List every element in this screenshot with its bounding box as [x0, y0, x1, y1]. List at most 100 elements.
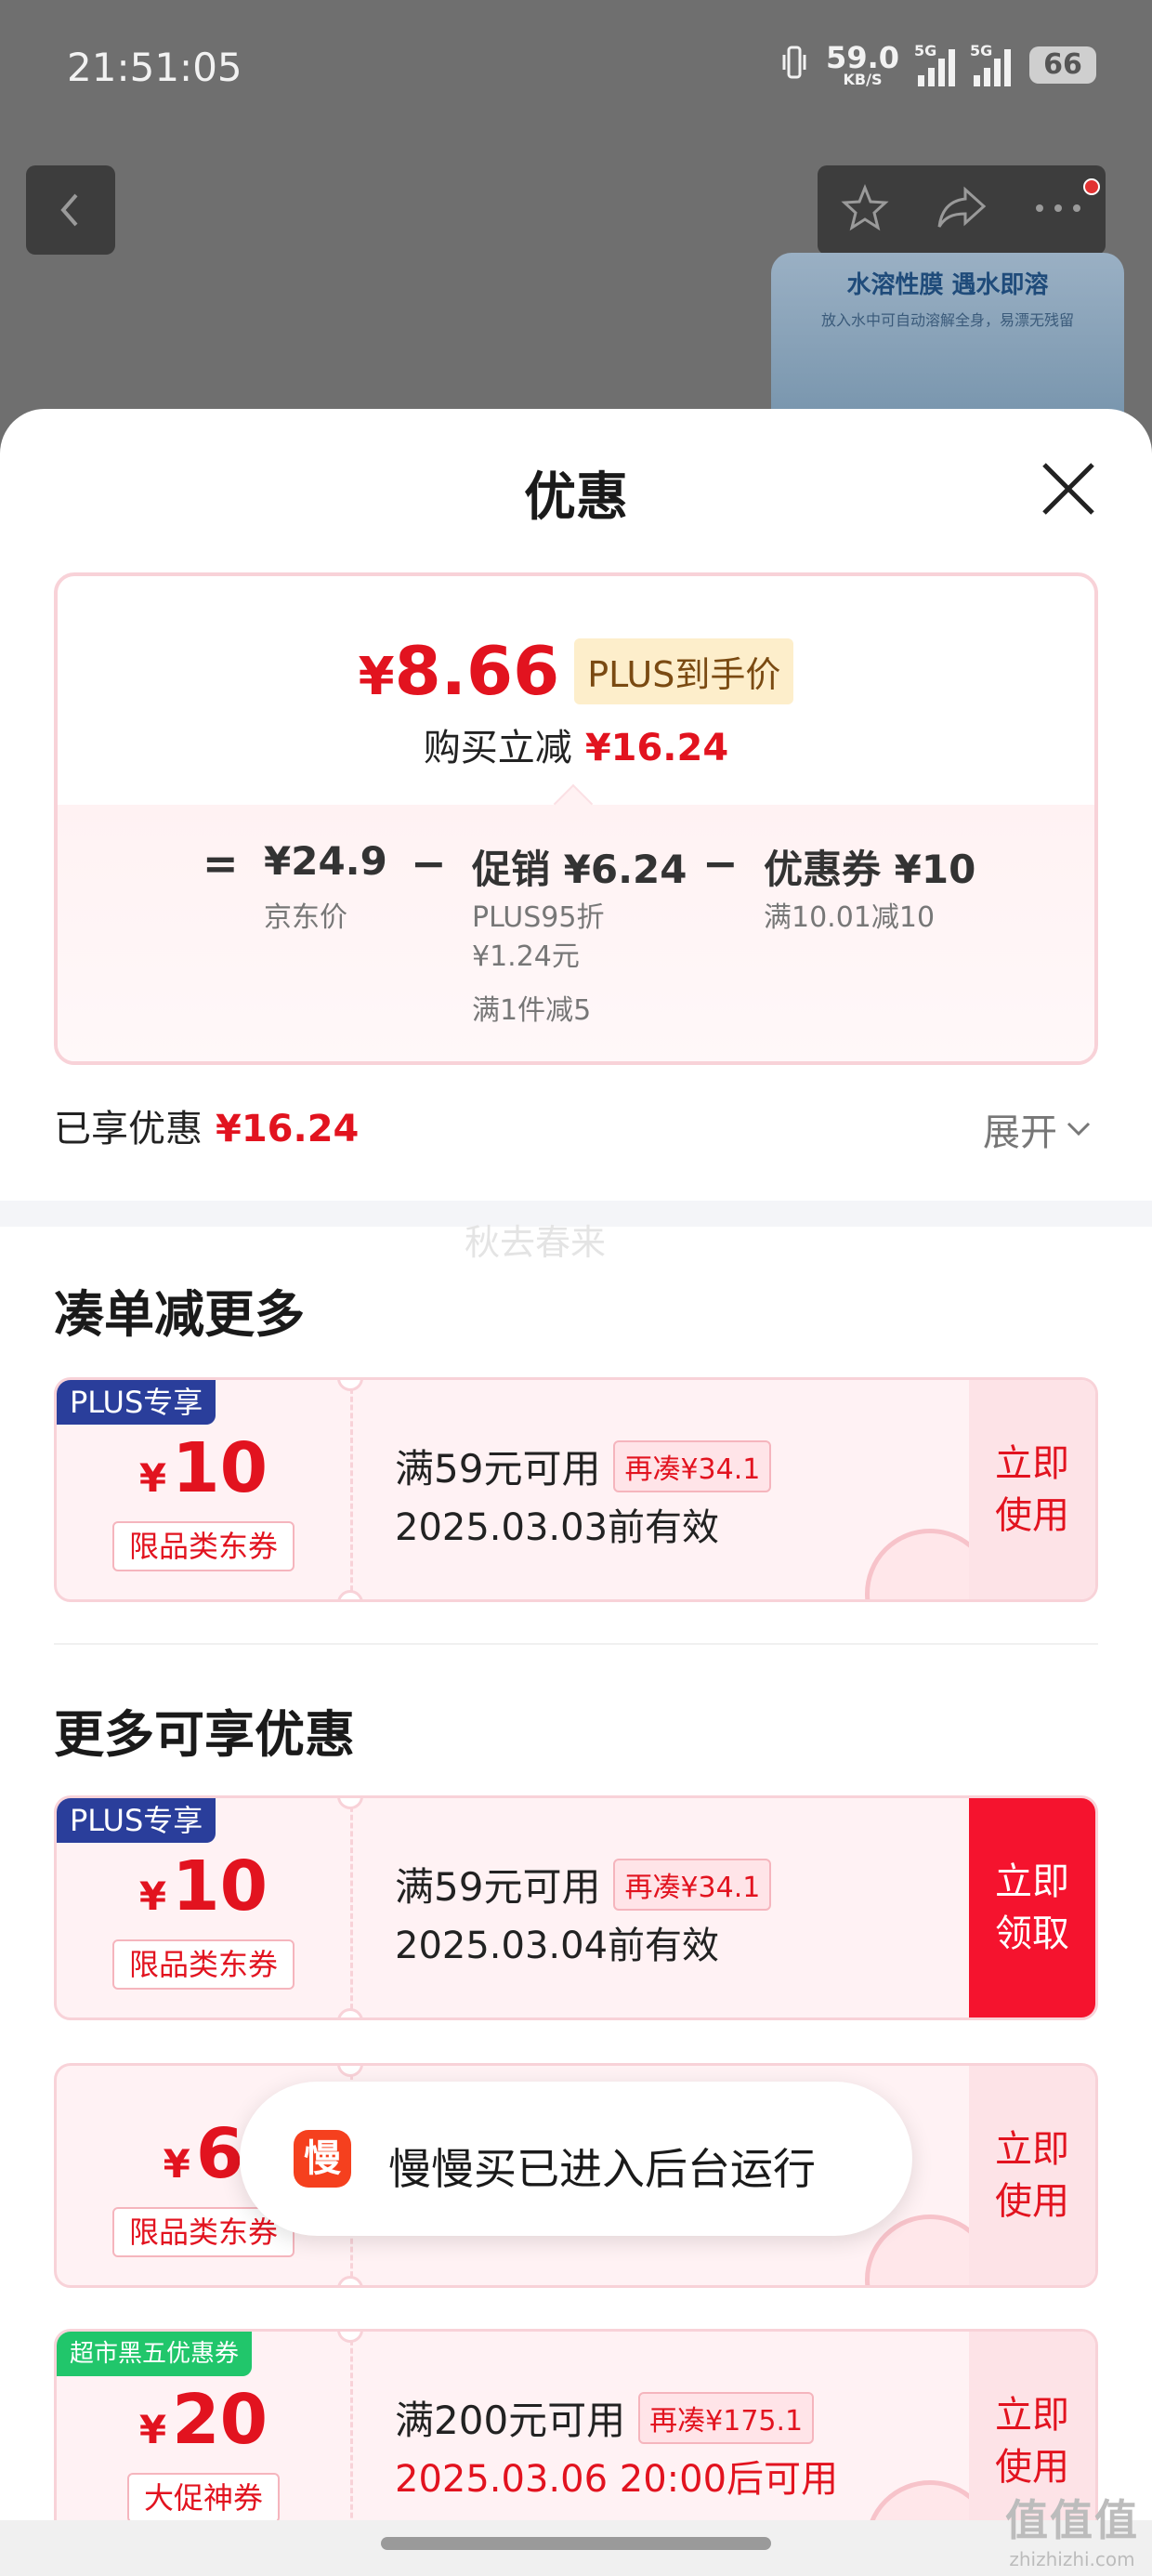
price-breakdown: = ¥24.9 京东价 − 促销 ¥6.24 PLUS95折 ¥1.24元 满1…	[58, 783, 1094, 1061]
share-icon[interactable]	[934, 182, 989, 238]
more-icon[interactable]	[1032, 199, 1084, 221]
enjoyed-label: 已享优惠	[54, 1108, 203, 1150]
final-price-value: 8.66	[394, 632, 560, 710]
coupon-amount: ¥20	[57, 2380, 350, 2460]
close-icon	[1042, 463, 1094, 515]
action-label: 立即	[995, 1860, 1069, 1903]
coupon-detail: 满10.01减10	[764, 901, 936, 934]
status-time: 21:51:05	[67, 45, 242, 90]
network-speed: 59.0 KB/S	[826, 43, 899, 87]
section-line	[54, 1643, 1098, 1645]
coupon-condition: 满59元可用 再凑¥34.1	[395, 1856, 772, 1912]
coupon-tag: 超市黑五优惠券	[57, 2332, 253, 2376]
site-watermark-logo: 值值值	[1005, 2495, 1139, 2545]
coupon-amount-value: 10	[172, 1428, 268, 1508]
action-label: 立即	[995, 1442, 1069, 1485]
banner-subtitle: 放入水中可自动溶解全身，易漂无残留	[820, 311, 1074, 329]
promo-amount: 促销 ¥6.24	[472, 847, 687, 892]
promo-detail: 满1件减5	[472, 994, 592, 1027]
net-speed-value: 59.0	[826, 40, 899, 75]
jd-price: ¥24.9	[264, 838, 387, 884]
coupon-amount-value: 20	[172, 2380, 268, 2460]
claim-now-button[interactable]: 立即 领取	[969, 1798, 1095, 2017]
background-run-toast: 慢 慢慢买已进入后台运行	[240, 2082, 912, 2236]
banner-title: 水溶性膜 遇水即溶	[846, 271, 1049, 299]
close-button[interactable]	[1037, 457, 1100, 520]
product-banner: 水溶性膜 遇水即溶 放入水中可自动溶解全身，易漂无残留	[771, 253, 1124, 420]
enjoyed-value: ¥16.24	[216, 1108, 360, 1150]
action-label: 立即	[995, 2128, 1069, 2171]
action-label: 立即	[995, 2394, 1069, 2437]
section-title: 凑单减更多	[54, 1285, 305, 1344]
discount-sheet: 优惠 ¥8.66 PLUS到手价 购买立减 ¥16.24 = ¥24.9 京东价 …	[0, 409, 1152, 2576]
section-title: 更多可享优惠	[54, 1705, 355, 1764]
signal-tag: 5G	[914, 42, 937, 59]
coupon-notch	[337, 2008, 363, 2017]
coupon-amount: ¥10	[57, 1847, 350, 1926]
coupon-separator	[350, 1798, 353, 2017]
signal-icon: 5G	[914, 42, 955, 86]
coupon-validity: 2025.03.04前有效	[395, 1925, 720, 1967]
minus-sign: −	[411, 838, 447, 888]
favorite-star-icon[interactable]	[839, 182, 891, 238]
final-price: ¥8.66	[359, 632, 560, 710]
coupon-condition-text: 满59元可用	[395, 1864, 601, 1910]
coupon-kind: 限品类东券	[112, 1521, 295, 1571]
coupon-notch	[337, 2332, 363, 2343]
chevron-left-icon	[60, 193, 78, 227]
coupon-condition: 满200元可用 再凑¥175.1	[395, 2389, 815, 2446]
instant-discount: 购买立减 ¥16.24	[58, 717, 1094, 771]
coupon-kind: 限品类东券	[112, 1939, 295, 1990]
currency-symbol: ¥	[358, 647, 395, 707]
toast-message: 慢慢买已进入后台运行	[388, 2144, 816, 2194]
action-label: 使用	[995, 2180, 1069, 2223]
net-speed-unit: KB/S	[843, 71, 883, 88]
sheet-title: 优惠	[524, 467, 628, 528]
currency-symbol: ¥	[138, 2407, 167, 2452]
coupon-separator	[350, 1380, 353, 1599]
coupon-tag: PLUS专享	[57, 1798, 216, 1843]
price-summary-card: ¥8.66 PLUS到手价 购买立减 ¥16.24 = ¥24.9 京东价 − 促…	[54, 572, 1098, 1065]
coupon-tag: PLUS专享	[57, 1380, 216, 1425]
back-button[interactable]	[26, 165, 115, 255]
coupon-topup-badge: 再凑¥34.1	[613, 1439, 772, 1492]
expand-toggle[interactable]: 展开	[983, 1102, 1093, 1156]
promo-detail: ¥1.24元	[472, 940, 580, 973]
currency-symbol: ¥	[138, 1873, 167, 1919]
coupon-notch	[337, 2066, 363, 2077]
watermark-text: 秋去春来	[465, 1222, 607, 1263]
action-label: 领取	[995, 1912, 1069, 1955]
site-watermark: 值值值 zhizhizhi.com	[1005, 2487, 1139, 2570]
use-now-button[interactable]: 立即 使用	[969, 1380, 1095, 1599]
plus-price-badge: PLUS到手价	[574, 637, 794, 704]
manmanbuy-app-icon: 慢	[294, 2130, 351, 2188]
coupon-card: PLUS专享 ¥10 限品类东券 满59元可用 再凑¥34.1 2025.03.…	[54, 1377, 1098, 1602]
coupon-condition: 满59元可用 再凑¥34.1	[395, 1438, 772, 1494]
coupon-validity: 2025.03.06 20:00后可用	[395, 2458, 839, 2501]
instant-discount-label: 购买立减	[423, 727, 572, 769]
notification-dot	[1083, 178, 1100, 195]
status-bar: 21:51:05 59.0 KB/S 5G 5G 66	[0, 0, 1152, 139]
expand-label: 展开	[983, 1111, 1057, 1154]
coupon-notch	[337, 2276, 363, 2285]
equals-sign: =	[203, 838, 239, 888]
action-label: 使用	[995, 1494, 1069, 1537]
coupon-amount-value: 10	[172, 1847, 268, 1926]
coupon-topup-badge: 再凑¥34.1	[613, 1858, 772, 1911]
home-indicator[interactable]	[381, 2537, 771, 2550]
minus-sign: −	[702, 838, 739, 888]
promo-detail: PLUS95折	[472, 901, 605, 934]
action-label: 使用	[995, 2446, 1069, 2489]
coupon-topup-badge: 再凑¥175.1	[638, 2391, 815, 2444]
coupon-condition-text: 满200元可用	[395, 2398, 626, 2443]
instant-discount-value: ¥16.24	[584, 727, 729, 769]
chevron-down-icon	[1067, 1122, 1091, 1137]
coupon-notch	[337, 1590, 363, 1599]
vibrate-icon	[781, 44, 807, 87]
site-watermark-url: zhizhizhi.com	[1009, 2548, 1135, 2570]
coupon-separator	[350, 2332, 353, 2551]
coupon-amount: ¥10	[57, 1428, 350, 1508]
jd-price-label: 京东价	[264, 901, 347, 934]
use-now-button[interactable]: 立即 使用	[969, 2066, 1095, 2285]
currency-symbol: ¥	[163, 2141, 190, 2187]
